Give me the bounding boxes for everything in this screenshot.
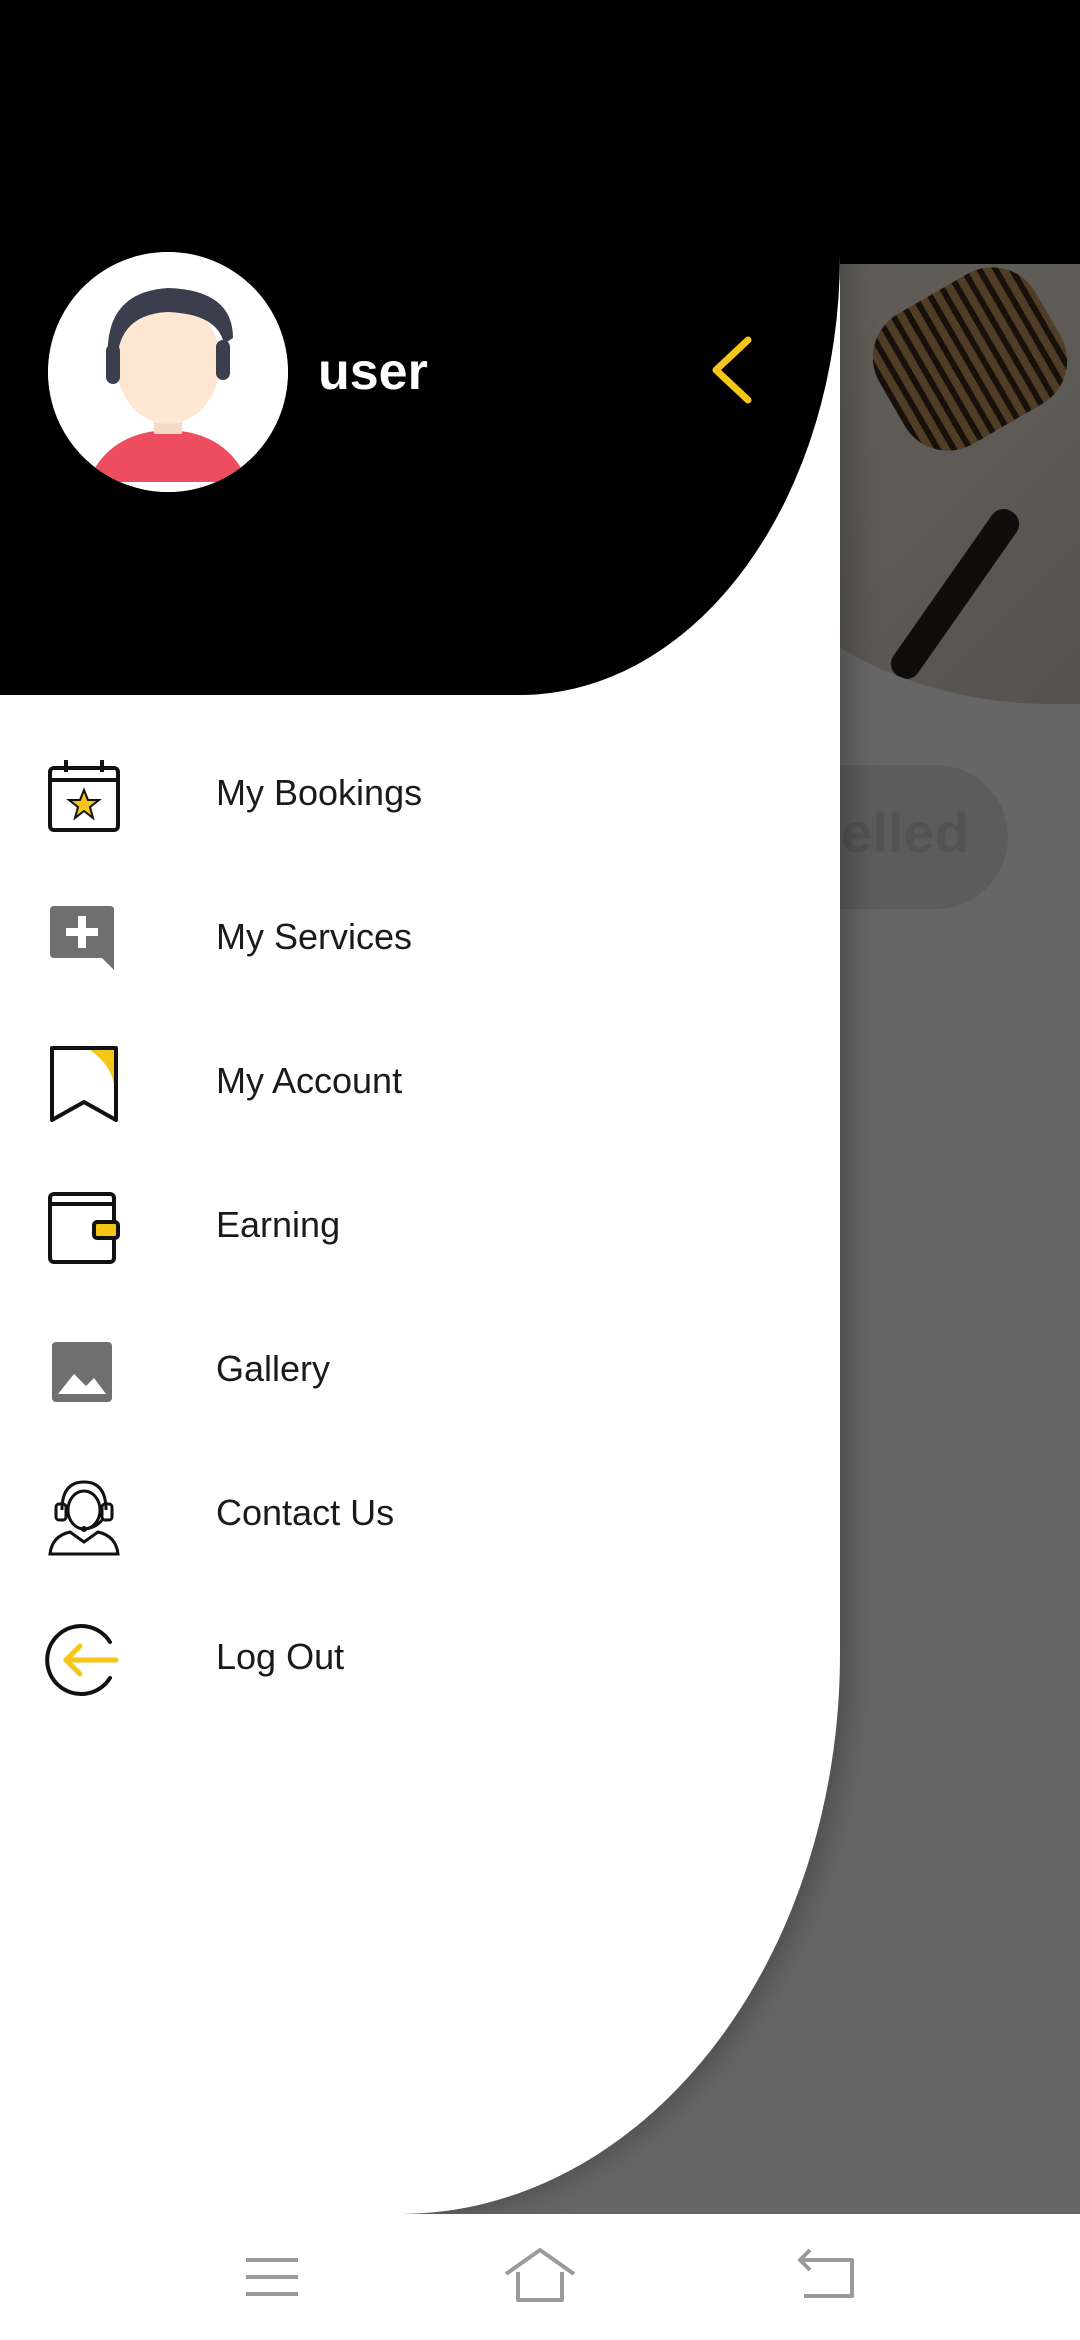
user-name: user (318, 343, 428, 401)
menu-item-label: My Services (216, 916, 413, 957)
home-icon (504, 2248, 576, 2302)
screen: celled user (0, 0, 1080, 2340)
support-agent-icon (44, 1476, 124, 1556)
menu-item-gallery[interactable]: Gallery (0, 1298, 840, 1442)
menu-item-label: Gallery (216, 1348, 331, 1389)
add-comment-icon (44, 900, 124, 980)
menu-item-my-services[interactable]: My Services (0, 866, 840, 1010)
user-avatar-icon (48, 252, 288, 492)
navigation-drawer: user My Bookings My Services My Account … (0, 0, 840, 2214)
system-nav-bar (0, 2214, 1080, 2340)
menu-item-contact-us[interactable]: Contact Us (0, 1442, 840, 1586)
avatar[interactable] (48, 252, 288, 492)
menu-item-log-out[interactable]: Log Out (0, 1586, 840, 1730)
menu-item-label: Log Out (216, 1636, 345, 1677)
nav-home-button[interactable] (500, 2242, 580, 2312)
image-icon (44, 1332, 124, 1412)
menu-item-earning[interactable]: Earning (0, 1154, 840, 1298)
drawer-menu: My Bookings My Services My Account Earni… (0, 722, 840, 1730)
bookmark-icon (44, 1044, 124, 1124)
drawer-header: user (0, 0, 840, 695)
menu-item-my-bookings[interactable]: My Bookings (0, 722, 840, 866)
wallet-icon (44, 1188, 124, 1268)
back-icon (798, 2248, 854, 2298)
chevron-left-icon (712, 336, 752, 404)
menu-item-label: My Bookings (216, 772, 423, 813)
menu-item-label: Earning (216, 1204, 341, 1245)
menu-item-label: My Account (216, 1060, 403, 1101)
calendar-star-icon (44, 756, 124, 836)
close-drawer-button[interactable] (704, 334, 760, 406)
logout-icon (44, 1620, 124, 1700)
menu-item-my-account[interactable]: My Account (0, 1010, 840, 1154)
menu-icon (246, 2258, 298, 2296)
menu-item-label: Contact Us (216, 1492, 395, 1533)
nav-back-button[interactable] (786, 2242, 866, 2312)
nav-menu-button[interactable] (232, 2242, 312, 2312)
